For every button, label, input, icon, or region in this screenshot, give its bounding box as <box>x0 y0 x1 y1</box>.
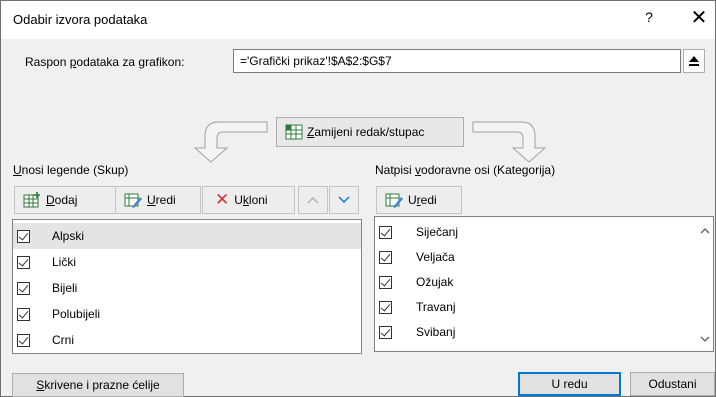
series-name: Lički <box>52 255 77 269</box>
edit-axis-labels-button[interactable]: Uredi <box>376 186 462 214</box>
series-name: Bijeli <box>52 281 78 295</box>
series-checkbox[interactable] <box>17 281 30 295</box>
category-name: Ožujak <box>416 275 454 289</box>
category-name: Travanj <box>416 300 456 314</box>
list-item[interactable]: Svibanj <box>375 319 695 345</box>
remove-series-label: Ukloni <box>234 193 267 207</box>
add-table-icon <box>23 192 40 208</box>
edit-axis-label-pre: U <box>408 193 417 207</box>
help-button[interactable]: ? <box>639 9 659 25</box>
category-checkbox[interactable] <box>379 325 392 339</box>
switch-row-column-label: Zamijeni redak/stupac <box>307 125 424 139</box>
move-up-button[interactable] <box>298 186 328 214</box>
axis-label-pre: Natpisi <box>375 163 416 177</box>
scroll-down-icon[interactable] <box>698 332 712 346</box>
list-item[interactable]: Ožujak <box>375 269 695 295</box>
list-item[interactable]: Siječanj <box>375 219 695 245</box>
edit-table-icon <box>124 193 142 208</box>
edit-axis-label-rest: edi <box>420 193 437 207</box>
add-accesskey: D <box>46 193 55 207</box>
edit-series-button[interactable]: Uredi <box>115 186 201 214</box>
curved-arrow-left-icon <box>193 121 268 163</box>
hidden-empty-cells-button[interactable]: Skrivene i prazne ćelije <box>12 373 184 397</box>
axis-label-rest: odoravne osi (Kategorija) <box>421 163 556 177</box>
data-range-input[interactable]: ='Grafički prikaz'!$A$2:$G$7 <box>233 49 681 73</box>
data-range-label-text: Raspon <box>25 55 70 69</box>
curved-arrow-right-icon <box>472 121 547 163</box>
list-item[interactable]: Alpski <box>13 223 361 249</box>
legend-label-accesskey: U <box>13 163 22 177</box>
list-item[interactable]: Bijeli <box>13 275 361 301</box>
remove-series-button[interactable]: ✕ Ukloni <box>202 186 295 214</box>
chevron-up-icon <box>307 197 319 204</box>
select-data-source-dialog: Odabir izvora podataka ? ✕ Raspon podata… <box>0 0 716 397</box>
series-checkbox[interactable] <box>17 333 30 347</box>
series-checkbox[interactable] <box>17 229 30 243</box>
edit-series-label: Uredi <box>147 193 176 207</box>
category-name: Svibanj <box>416 325 456 339</box>
add-series-button[interactable]: Dodaj <box>14 186 117 214</box>
chevron-down-icon <box>338 196 350 203</box>
data-range-label-text-rest: odataka za grafikon: <box>76 55 185 69</box>
edit-table-icon <box>385 193 403 208</box>
series-name: Polubijeli <box>52 307 101 321</box>
switch-row-column-button[interactable]: Zamijeni redak/stupac <box>276 117 464 147</box>
hidden-empty-cells-label: Skrivene i prazne ćelije <box>36 378 159 392</box>
dialog-title: Odabir izvora podataka <box>13 12 148 27</box>
add-label-rest: odaj <box>54 193 78 207</box>
category-name: Siječanj <box>416 225 459 239</box>
list-item[interactable]: Veljača <box>375 244 695 270</box>
category-checkbox[interactable] <box>379 300 392 314</box>
list-item[interactable]: Polubijeli <box>13 301 361 327</box>
data-range-label: Raspon podataka za grafikon: <box>25 55 184 69</box>
category-checkbox[interactable] <box>379 225 392 239</box>
category-name: Veljača <box>416 250 455 264</box>
hidden-label-rest: krivene i prazne ćelije <box>44 378 160 392</box>
series-checkbox[interactable] <box>17 307 30 321</box>
list-item[interactable]: Travanj <box>375 294 695 320</box>
close-button[interactable]: ✕ <box>687 5 711 29</box>
title-bar: Odabir izvora podataka ? ✕ <box>1 1 715 39</box>
remove-x-icon: ✕ <box>215 190 230 210</box>
series-name: Crni <box>52 333 75 347</box>
legend-entries-list: Alpski Lički Bijeli Polubijeli Crni <box>12 219 362 354</box>
legend-entries-label: Unosi legende (Skup) <box>13 163 128 177</box>
ok-button[interactable]: U redu <box>518 372 621 396</box>
list-item[interactable]: Lički <box>13 249 361 275</box>
series-name: Alpski <box>52 229 85 243</box>
collapse-dialog-button[interactable] <box>683 49 705 73</box>
legend-label-rest: nosi legende (Skup) <box>21 163 129 177</box>
collapse-arrow-icon <box>689 56 699 66</box>
scroll-up-icon[interactable] <box>698 224 712 238</box>
remove-label-pre: U <box>234 193 243 207</box>
category-checkbox[interactable] <box>379 250 392 264</box>
axis-labels-label: Natpisi vodoravne osi (Kategorija) <box>375 163 555 177</box>
add-series-label: Dodaj <box>46 193 77 207</box>
switch-row-column-icon <box>285 124 303 140</box>
cancel-button[interactable]: Odustani <box>630 372 715 396</box>
axis-labels-list: Siječanj Veljača Ožujak Travanj Svibanj <box>374 216 714 352</box>
move-down-button[interactable] <box>329 186 359 214</box>
list-item[interactable]: Crni <box>13 327 361 353</box>
edit-axis-label: Uredi <box>408 193 437 207</box>
remove-label-rest: loni <box>248 193 268 207</box>
category-checkbox[interactable] <box>379 275 392 289</box>
series-checkbox[interactable] <box>17 255 30 269</box>
edit-series-accesskey: U <box>147 193 156 207</box>
switch-label-rest: amijeni redak/stupac <box>314 125 425 139</box>
edit-series-label-rest: redi <box>155 193 176 207</box>
